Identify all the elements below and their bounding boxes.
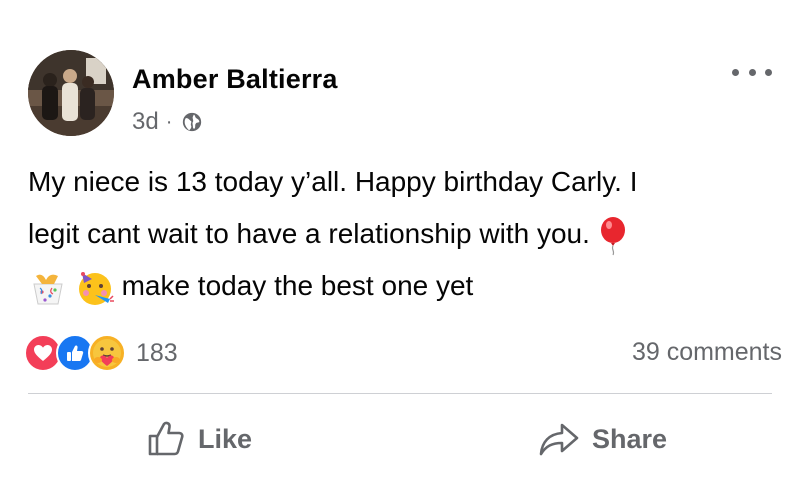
balloon-emoji-icon <box>600 216 625 255</box>
post-meta: 3d · <box>132 108 203 136</box>
more-dot <box>748 68 756 76</box>
more-dot <box>765 68 772 76</box>
like-icon <box>148 421 184 456</box>
post-text-line-2: legit cant wait to have a relationship w… <box>28 208 768 260</box>
author-name[interactable]: Amber Baltierra <box>132 64 338 95</box>
action-divider <box>28 393 772 394</box>
reactions-summary[interactable]: 183 <box>24 334 178 372</box>
comments-count-link[interactable]: 39 comments <box>632 338 782 367</box>
globe-icon <box>183 112 202 132</box>
post-body: My niece is 13 today y’all. Happy birthd… <box>28 156 768 312</box>
share-label: Share <box>592 423 668 454</box>
post-text-line-3: make today the best one yet <box>28 260 768 312</box>
post-timestamp[interactable]: 3d <box>132 108 159 136</box>
like-button[interactable]: Like <box>146 416 252 462</box>
meta-separator: · <box>165 110 173 133</box>
post-text-line: My niece is 13 today y’all. Happy birthd… <box>28 166 638 197</box>
share-button[interactable]: Share <box>538 416 667 462</box>
care-reaction-icon <box>88 334 126 372</box>
more-options-button[interactable] <box>732 62 772 82</box>
post-text-line: make today the best one yet <box>121 270 474 301</box>
reaction-count: 183 <box>136 338 178 367</box>
more-dot <box>732 68 739 76</box>
facebook-post: Amber Baltierra 3d · My niece is 13 toda… <box>0 0 800 500</box>
partying-face-emoji-icon <box>78 271 114 305</box>
post-text-line: legit cant wait to have a relationship w… <box>28 218 590 249</box>
author-avatar[interactable] <box>28 50 114 136</box>
confetti-ball-emoji-icon <box>33 274 63 305</box>
like-label: Like <box>198 423 253 454</box>
share-arrow-icon <box>539 423 579 456</box>
reaction-icons <box>24 334 126 372</box>
